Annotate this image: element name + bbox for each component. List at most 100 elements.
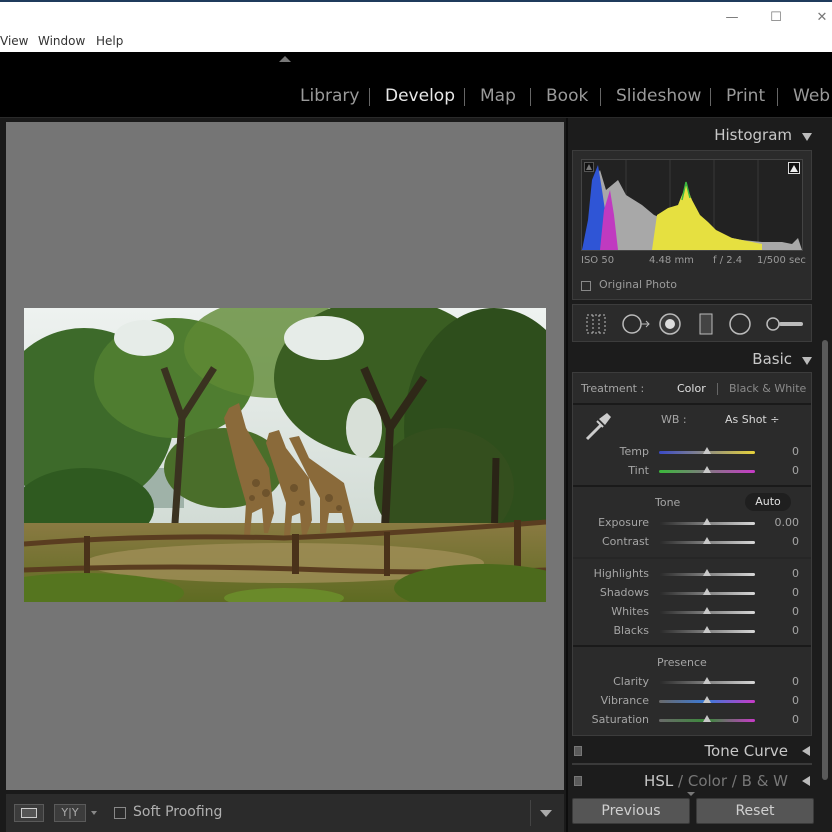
highlights-slider-knob[interactable] — [703, 569, 711, 576]
hsl-tab[interactable]: HSL — [644, 772, 673, 790]
collapse-bottom-panel-icon[interactable] — [687, 792, 695, 796]
temp-label: Temp — [619, 445, 649, 458]
collapse-histogram-icon[interactable] — [802, 133, 812, 141]
photo-giraffes[interactable] — [24, 308, 546, 602]
histogram-graph[interactable] — [581, 159, 803, 251]
clarity-value[interactable]: 0 — [763, 675, 799, 688]
radial-filter-icon[interactable] — [729, 313, 751, 335]
histogram-plot — [582, 160, 802, 250]
contrast-value[interactable]: 0 — [763, 535, 799, 548]
loupe-icon — [21, 808, 37, 818]
module-library[interactable]: Library — [300, 86, 359, 106]
compare-view-button[interactable]: Y|Y — [54, 804, 86, 822]
whites-value[interactable]: 0 — [763, 605, 799, 618]
develop-toolbar: Y|Y Soft Proofing — [6, 794, 564, 832]
blacks-value[interactable]: 0 — [763, 624, 799, 637]
expand-hsl-icon[interactable] — [802, 776, 810, 786]
highlight-clipping-button[interactable] — [788, 162, 800, 174]
highlights-value[interactable]: 0 — [763, 567, 799, 580]
auto-tone-button[interactable]: Auto — [745, 493, 791, 511]
tint-value[interactable]: 0 — [763, 464, 799, 477]
temp-value[interactable]: 0 — [763, 445, 799, 458]
saturation-slider[interactable] — [659, 715, 755, 722]
menu-view[interactable]: View — [0, 34, 28, 48]
vibrance-slider-knob[interactable] — [703, 696, 711, 703]
highlights-label: Highlights — [593, 567, 649, 580]
wb-select[interactable]: As Shot ÷ — [725, 413, 779, 426]
image-canvas[interactable] — [6, 122, 564, 790]
temp-slider-knob[interactable] — [703, 447, 711, 454]
collapse-top-panel-icon[interactable] — [279, 56, 291, 62]
vibrance-value[interactable]: 0 — [763, 694, 799, 707]
saturation-slider-knob[interactable] — [703, 715, 711, 722]
temp-slider[interactable] — [659, 447, 755, 454]
crop-icon[interactable] — [585, 313, 607, 335]
whites-slider-knob[interactable] — [703, 607, 711, 614]
shadows-slider[interactable] — [659, 588, 755, 595]
whites-label: Whites — [611, 605, 649, 618]
soft-proofing-checkbox[interactable] — [114, 807, 126, 819]
contrast-slider[interactable] — [659, 537, 755, 544]
blacks-slider-knob[interactable] — [703, 626, 711, 633]
reset-button[interactable]: Reset — [696, 798, 814, 824]
maximize-icon[interactable]: ☐ — [764, 8, 788, 28]
highlights-slider[interactable] — [659, 569, 755, 576]
shadow-clipping-button[interactable] — [584, 162, 594, 172]
collapse-basic-icon[interactable] — [802, 357, 812, 365]
hsl-toggle-icon[interactable] — [574, 776, 582, 786]
section-divider — [573, 645, 811, 647]
exposure-slider[interactable] — [659, 518, 755, 525]
original-photo-checkbox[interactable] — [581, 281, 591, 291]
contrast-slider-knob[interactable] — [703, 537, 711, 544]
red-eye-icon[interactable] — [659, 313, 681, 335]
adjustment-brush-icon[interactable] — [765, 313, 805, 335]
module-develop[interactable]: Develop — [385, 86, 455, 106]
previous-button[interactable]: Previous — [572, 798, 690, 824]
module-map[interactable]: Map — [480, 86, 516, 106]
spot-removal-icon[interactable] — [621, 313, 651, 335]
basic-header[interactable]: Basic — [568, 346, 818, 372]
saturation-value[interactable]: 0 — [763, 713, 799, 726]
module-web[interactable]: Web — [793, 86, 830, 106]
close-icon[interactable]: ✕ — [810, 8, 832, 28]
treatment-color-option[interactable]: Color — [677, 382, 706, 395]
exposure-value[interactable]: 0.00 — [763, 516, 800, 529]
tint-slider-knob[interactable] — [703, 466, 711, 473]
color-tab[interactable]: Color — [688, 772, 727, 790]
module-print[interactable]: Print — [726, 86, 765, 106]
menu-help[interactable]: Help — [96, 34, 123, 48]
expand-tone-curve-icon[interactable] — [802, 746, 810, 756]
shadows-slider-knob[interactable] — [703, 588, 711, 595]
histogram-focal-length: 4.48 mm — [649, 255, 694, 266]
blacks-slider[interactable] — [659, 626, 755, 633]
title-bar: — ☐ ✕ — [0, 0, 832, 32]
menu-window[interactable]: Window — [38, 34, 85, 48]
vibrance-slider[interactable] — [659, 696, 755, 703]
tone-curve-header[interactable]: Tone Curve — [572, 738, 816, 764]
tint-slider[interactable] — [659, 466, 755, 473]
treatment-bw-option[interactable]: Black & White — [729, 382, 806, 395]
shadows-label: Shadows — [599, 586, 649, 599]
wb-label: WB : — [661, 413, 687, 426]
module-separator — [464, 88, 465, 106]
wb-eyedropper-icon[interactable] — [581, 409, 615, 443]
clarity-slider-knob[interactable] — [703, 677, 711, 684]
histogram-header[interactable]: Histogram — [568, 122, 818, 148]
exposure-slider-knob[interactable] — [703, 518, 711, 525]
toolbar-options-icon[interactable] — [540, 810, 552, 817]
clarity-slider[interactable] — [659, 677, 755, 684]
hsl-header[interactable]: HSL / Color / B & W — [572, 768, 816, 794]
loupe-view-button[interactable] — [14, 804, 44, 822]
graduated-filter-icon[interactable] — [695, 313, 717, 335]
tone-curve-title: Tone Curve — [704, 742, 788, 760]
minimize-icon[interactable]: — — [720, 8, 744, 28]
module-book[interactable]: Book — [546, 86, 588, 106]
compare-dropdown-icon[interactable] — [91, 811, 97, 815]
whites-slider[interactable] — [659, 607, 755, 614]
module-slideshow[interactable]: Slideshow — [616, 86, 701, 106]
tone-curve-toggle-icon[interactable] — [574, 746, 582, 756]
panel-divider — [572, 763, 812, 765]
panel-scrollbar[interactable] — [822, 340, 828, 780]
shadows-value[interactable]: 0 — [763, 586, 799, 599]
bw-tab[interactable]: B & W — [742, 772, 788, 790]
